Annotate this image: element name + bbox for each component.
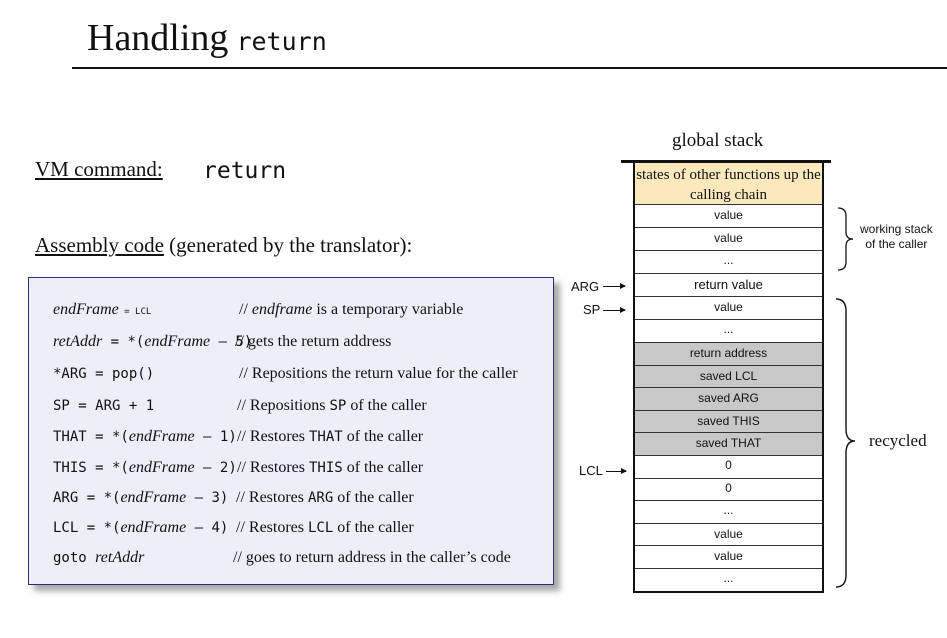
code-statement: LCL = *(endFrame – 4) — [53, 519, 229, 536]
vm-command-value: return — [203, 158, 287, 184]
code-comment: // Restores ARG of the caller — [236, 489, 414, 506]
code-comment: // Restores THAT of the caller — [237, 428, 424, 445]
slide-title: Handling return — [87, 16, 327, 60]
title-word: Handling — [87, 17, 229, 59]
recycled-brace — [835, 298, 856, 588]
code-comment: // Repositions SP of the caller — [237, 397, 427, 414]
code-comment: // goes to return address in the caller’… — [233, 549, 511, 566]
working-stack-label-line2: of the caller — [865, 237, 928, 251]
code-statement: THAT = *(endFrame – 1) — [53, 428, 237, 445]
lcl-pointer-arrow — [606, 468, 627, 474]
lcl-pointer-label: LCL — [579, 463, 603, 478]
working-stack-label-line1: working stack — [860, 222, 933, 236]
code-statement: retAddr = *(endFrame – 5) — [53, 333, 253, 350]
global-stack: states of other functions up the calling… — [633, 163, 824, 593]
stack-cell: 0 — [635, 456, 822, 479]
code-row: SP = ARG + 1 // Repositions SP of the ca… — [29, 394, 553, 418]
code-row: LCL = *(endFrame – 4) // Restores LCL of… — [29, 516, 553, 540]
vm-command-label: VM command: — [35, 157, 163, 181]
stack-cell-return-value: return value — [635, 274, 822, 297]
code-statement: SP = ARG + 1 — [53, 398, 155, 414]
working-stack-label: working stack of the caller — [860, 222, 933, 252]
code-comment: // Restores LCL of the caller — [236, 519, 414, 536]
stack-title: global stack — [672, 130, 764, 151]
stack-cell-saved: saved THAT — [635, 433, 822, 456]
stack-cell-saved: saved THIS — [635, 411, 822, 433]
assembly-code-box: endFrame = LCL // endframe is a temporar… — [28, 277, 554, 585]
stack-cell: value — [635, 546, 822, 569]
code-row: THAT = *(endFrame – 1) // Restores THAT … — [29, 425, 553, 449]
assembly-heading-underlined: Assembly code — [35, 233, 164, 257]
sp-pointer-label: SP — [583, 302, 601, 317]
working-stack-brace — [837, 207, 854, 271]
stack-cell-saved: saved LCL — [635, 366, 822, 388]
code-row: THIS = *(endFrame – 2) // Restores THIS … — [29, 456, 553, 480]
code-comment: // gets the return address — [235, 333, 392, 350]
stack-cell: 0 — [635, 479, 822, 501]
title-divider — [72, 67, 947, 69]
stack-cell: value — [635, 205, 822, 228]
code-var: endFrame — [53, 301, 119, 318]
arg-pointer-label: ARG — [571, 279, 600, 294]
code-statement: endFrame = LCL — [53, 298, 151, 324]
code-expr: = LCL — [118, 307, 152, 317]
stack-cell-saved: return address — [635, 343, 822, 366]
code-comment: // Repositions the return value for the … — [239, 365, 518, 382]
code-statement: ARG = *(endFrame – 3) — [53, 489, 229, 506]
stack-cell: value — [635, 297, 822, 320]
code-row: endFrame = LCL // endframe is a temporar… — [29, 298, 553, 322]
sp-pointer-arrow — [603, 307, 626, 313]
code-row: goto retAddr // goes to return address i… — [29, 546, 553, 570]
code-row: retAddr = *(endFrame – 5) // gets the re… — [29, 330, 553, 354]
code-statement: goto retAddr — [53, 549, 145, 566]
title-code: return — [236, 27, 327, 56]
stack-cell: value — [635, 228, 822, 251]
stack-cell: ... — [635, 320, 822, 343]
stack-cell: ... — [635, 251, 822, 274]
stack-cell-saved: saved ARG — [635, 388, 822, 411]
assembly-heading: Assembly code (generated by the translat… — [35, 233, 412, 258]
arg-pointer-arrow — [603, 283, 626, 289]
recycled-label: recycled — [869, 431, 927, 450]
assembly-heading-rest: (generated by the translator): — [163, 233, 413, 257]
stack-cell: value — [635, 524, 822, 546]
code-row: *ARG = pop() // Repositions the return v… — [29, 362, 553, 386]
stack-cell-caller-chain: states of other functions up the calling… — [635, 163, 822, 205]
code-row: ARG = *(endFrame – 3) // Restores ARG of… — [29, 486, 553, 510]
code-comment: // Restores THIS of the caller — [237, 459, 424, 476]
stack-cell: ... — [723, 571, 734, 585]
code-statement: *ARG = pop() — [53, 366, 155, 382]
code-statement: THIS = *(endFrame – 2) — [53, 459, 237, 476]
code-comment: // endframe is a temporary variable — [239, 301, 464, 318]
stack-cell: ... — [635, 501, 822, 524]
